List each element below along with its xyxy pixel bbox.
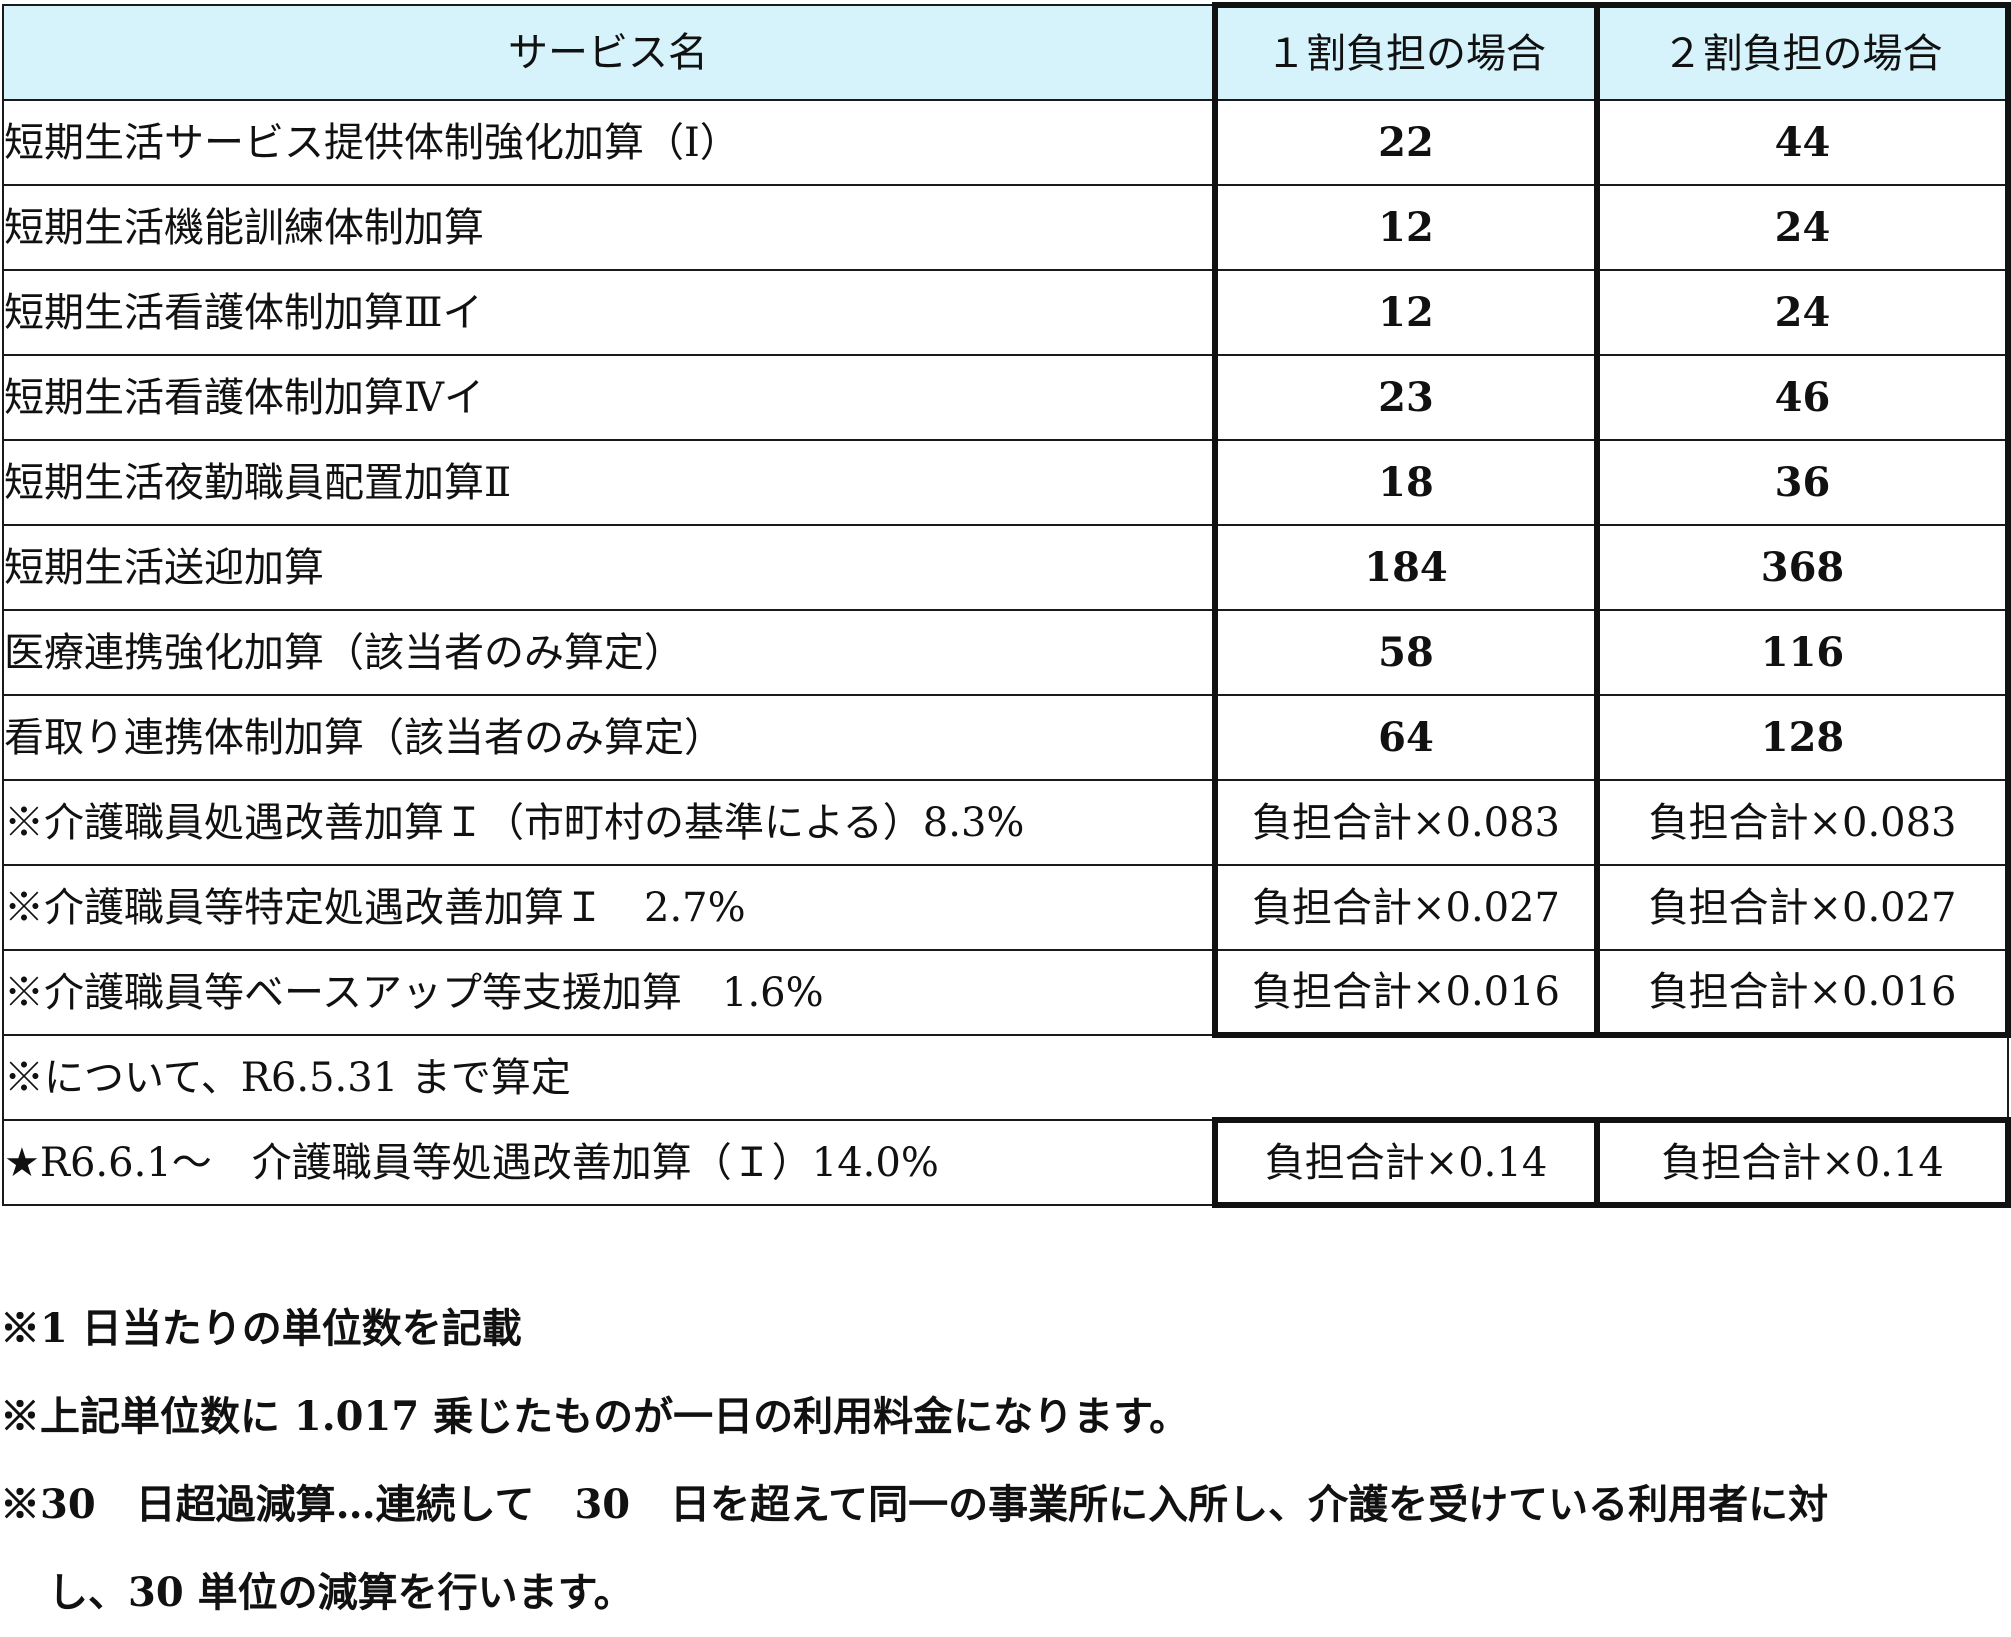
header-two-share: ２割負担の場合	[1594, 2, 2011, 101]
table-row: ※介護職員処遇改善加算Ｉ（市町村の基準による）8.3% 負担合計×0.083 負…	[2, 779, 2011, 866]
service-name-cell: ※介護職員等ベースアップ等支援加算 1.6%	[2, 949, 1216, 1036]
two-share-formula-cell: 負担合計×0.083	[1594, 779, 2011, 866]
one-share-cell: 22	[1212, 99, 1598, 186]
one-share-cell: 58	[1212, 609, 1598, 696]
fee-table: サービス名 １割負担の場合 ２割負担の場合 短期生活サービス提供体制強化加算（Ⅰ…	[2, 2, 2011, 1208]
two-share-cell: 44	[1594, 99, 2011, 186]
two-share-cell: 116	[1594, 609, 2011, 696]
footnote-line: ※上記単位数に 1.017 乗じたものが一日の利用料金になります。	[0, 1393, 1190, 1440]
table-row: 短期生活サービス提供体制強化加算（Ⅰ） 22 44	[2, 99, 2011, 186]
one-share-cell: 12	[1212, 184, 1598, 271]
table-row: ※介護職員等特定処遇改善加算Ｉ 2.7% 負担合計×0.027 負担合計×0.0…	[2, 864, 2011, 951]
table-row: ★R6.6.1～ 介護職員等処遇改善加算（Ｉ）14.0% 負担合計×0.14 負…	[2, 1117, 2011, 1208]
service-name-cell: 短期生活機能訓練体制加算	[2, 184, 1216, 271]
service-name-cell: 医療連携強化加算（該当者のみ算定）	[2, 609, 1216, 696]
service-name-cell: 看取り連携体制加算（該当者のみ算定）	[2, 694, 1216, 781]
service-name-cell: 短期生活看護体制加算Ⅲイ	[2, 269, 1216, 356]
one-share-cell: 12	[1212, 269, 1598, 356]
two-share-cell: 24	[1594, 184, 2011, 271]
footnote-line: ※1 日当たりの単位数を記載	[0, 1305, 522, 1352]
one-share-formula-cell: 負担合計×0.016	[1212, 949, 1598, 1038]
two-share-cell: 36	[1594, 439, 2011, 526]
table-row: 医療連携強化加算（該当者のみ算定） 58 116	[2, 609, 2011, 696]
span-note-row: ※について、R6.5.31 まで算定	[2, 1034, 2009, 1121]
header-service-name: サービス名	[2, 4, 1216, 101]
one-share-cell: 184	[1212, 524, 1598, 611]
table-header-row: サービス名 １割負担の場合 ２割負担の場合	[2, 2, 2011, 101]
service-name-cell: 短期生活看護体制加算Ⅳイ	[2, 354, 1216, 441]
one-share-cell: 64	[1212, 694, 1598, 781]
service-name-cell: 短期生活サービス提供体制強化加算（Ⅰ）	[2, 99, 1216, 186]
service-name-cell: ※介護職員処遇改善加算Ｉ（市町村の基準による）8.3%	[2, 779, 1216, 866]
table-row: 短期生活看護体制加算Ⅲイ 12 24	[2, 269, 2011, 356]
two-share-cell: 368	[1594, 524, 2011, 611]
service-name-cell: ★R6.6.1～ 介護職員等処遇改善加算（Ｉ）14.0%	[2, 1119, 1216, 1206]
one-share-formula-cell: 負担合計×0.14	[1212, 1117, 1598, 1208]
footnote-line: し、30 単位の減算を行います。	[48, 1569, 634, 1616]
two-share-cell: 24	[1594, 269, 2011, 356]
table-row: ※介護職員等ベースアップ等支援加算 1.6% 負担合計×0.016 負担合計×0…	[2, 949, 2011, 1038]
two-share-cell: 46	[1594, 354, 2011, 441]
one-share-formula-cell: 負担合計×0.083	[1212, 779, 1598, 866]
table-row: 短期生活機能訓練体制加算 12 24	[2, 184, 2011, 271]
table-row: 短期生活夜勤職員配置加算Ⅱ 18 36	[2, 439, 2011, 526]
span-note-cell: ※について、R6.5.31 まで算定	[2, 1034, 2009, 1121]
header-one-share: １割負担の場合	[1212, 2, 1598, 101]
table-row: 短期生活送迎加算 184 368	[2, 524, 2011, 611]
service-name-cell: ※介護職員等特定処遇改善加算Ｉ 2.7%	[2, 864, 1216, 951]
table-row: 看取り連携体制加算（該当者のみ算定） 64 128	[2, 694, 2011, 781]
two-share-formula-cell: 負担合計×0.027	[1594, 864, 2011, 951]
service-name-cell: 短期生活夜勤職員配置加算Ⅱ	[2, 439, 1216, 526]
service-name-cell: 短期生活送迎加算	[2, 524, 1216, 611]
table-row: 短期生活看護体制加算Ⅳイ 23 46	[2, 354, 2011, 441]
one-share-cell: 23	[1212, 354, 1598, 441]
two-share-formula-cell: 負担合計×0.016	[1594, 949, 2011, 1038]
one-share-cell: 18	[1212, 439, 1598, 526]
footnote-line: ※30 日超過減算…連続して 30 日を超えて同一の事業所に入所し、介護を受けて…	[0, 1481, 1829, 1528]
footnotes: ※1 日当たりの単位数を記載 ※上記単位数に 1.017 乗じたものが一日の利用…	[0, 1285, 2000, 1637]
two-share-cell: 128	[1594, 694, 2011, 781]
one-share-formula-cell: 負担合計×0.027	[1212, 864, 1598, 951]
two-share-formula-cell: 負担合計×0.14	[1594, 1117, 2011, 1208]
